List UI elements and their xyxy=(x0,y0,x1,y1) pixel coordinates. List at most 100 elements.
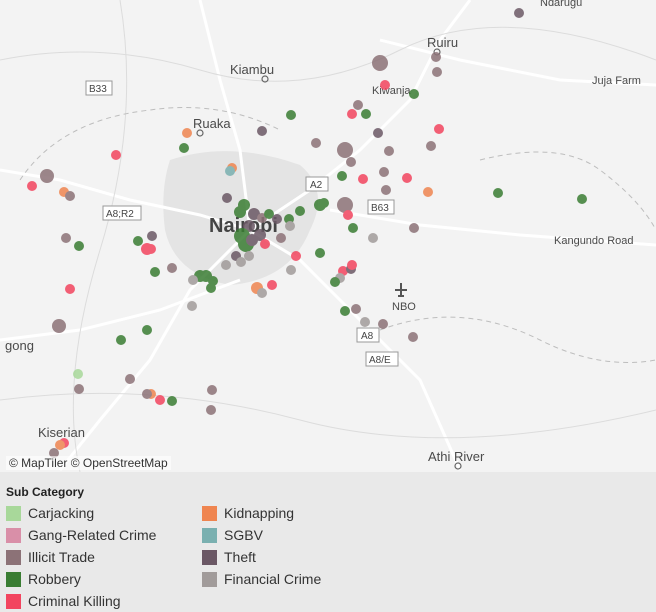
incident-point-criminal-killing[interactable] xyxy=(155,395,165,405)
incident-point-illicit-trade[interactable] xyxy=(337,197,353,213)
incident-point-illicit-trade[interactable] xyxy=(207,385,217,395)
incident-point-criminal-killing[interactable] xyxy=(260,239,270,249)
incident-point-illicit-trade[interactable] xyxy=(384,146,394,156)
incident-point-illicit-trade[interactable] xyxy=(142,389,152,399)
incident-point-financial-crime[interactable] xyxy=(221,260,231,270)
incident-point-theft[interactable] xyxy=(147,231,157,241)
incident-point-criminal-killing[interactable] xyxy=(380,80,390,90)
incident-point-illicit-trade[interactable] xyxy=(372,55,388,71)
incident-point-robbery[interactable] xyxy=(206,283,216,293)
incident-point-illicit-trade[interactable] xyxy=(52,319,66,333)
road-shield: A8 xyxy=(356,327,380,343)
incident-point-illicit-trade[interactable] xyxy=(276,233,286,243)
incident-point-robbery[interactable] xyxy=(179,143,189,153)
legend-item-robbery[interactable]: Robbery xyxy=(6,568,156,590)
incident-point-criminal-killing[interactable] xyxy=(65,284,75,294)
incident-point-financial-crime[interactable] xyxy=(188,275,198,285)
incident-point-criminal-killing[interactable] xyxy=(267,280,277,290)
incident-point-financial-crime[interactable] xyxy=(286,265,296,275)
incident-point-robbery[interactable] xyxy=(409,89,419,99)
svg-text:B33: B33 xyxy=(89,84,107,95)
incident-point-illicit-trade[interactable] xyxy=(351,304,361,314)
legend-item-theft[interactable]: Theft xyxy=(202,546,321,568)
incident-point-robbery[interactable] xyxy=(286,110,296,120)
incident-point-illicit-trade[interactable] xyxy=(206,405,216,415)
incident-point-kidnapping[interactable] xyxy=(423,187,433,197)
incident-point-financial-crime[interactable] xyxy=(360,317,370,327)
incident-point-illicit-trade[interactable] xyxy=(353,100,363,110)
incident-point-robbery[interactable] xyxy=(340,306,350,316)
incident-point-sgbv[interactable] xyxy=(225,166,235,176)
incident-point-illicit-trade[interactable] xyxy=(381,185,391,195)
incident-point-criminal-killing[interactable] xyxy=(146,244,156,254)
incident-point-theft[interactable] xyxy=(257,126,267,136)
map-canvas[interactable]: Ndarugu Ruiru Kiambu Juja Farm Kiwanja R… xyxy=(0,0,656,472)
incident-point-illicit-trade[interactable] xyxy=(431,52,441,62)
incident-point-robbery[interactable] xyxy=(348,223,358,233)
incident-point-illicit-trade[interactable] xyxy=(167,263,177,273)
incident-point-theft[interactable] xyxy=(514,8,524,18)
incident-point-illicit-trade[interactable] xyxy=(65,191,75,201)
incident-point-kidnapping[interactable] xyxy=(55,440,65,450)
incident-point-financial-crime[interactable] xyxy=(285,221,295,231)
incident-point-criminal-killing[interactable] xyxy=(358,174,368,184)
incident-point-robbery[interactable] xyxy=(74,241,84,251)
legend-item-kidnapping[interactable]: Kidnapping xyxy=(202,502,321,524)
incident-point-robbery[interactable] xyxy=(337,171,347,181)
incident-point-illicit-trade[interactable] xyxy=(432,67,442,77)
incident-point-theft[interactable] xyxy=(222,193,232,203)
legend-item-carjacking[interactable]: Carjacking xyxy=(6,502,156,524)
incident-point-illicit-trade[interactable] xyxy=(61,233,71,243)
legend-label: Financial Crime xyxy=(224,571,322,587)
map-attribution[interactable]: © MapTiler © OpenStreetMap xyxy=(6,456,171,470)
legend-swatch xyxy=(202,549,217,565)
incident-point-kidnapping[interactable] xyxy=(182,128,192,138)
incident-point-robbery[interactable] xyxy=(315,248,325,258)
legend-item-sgbv[interactable]: SGBV xyxy=(202,524,321,546)
incident-point-criminal-killing[interactable] xyxy=(27,181,37,191)
legend-item-gang-related-crime[interactable]: Gang-Related Crime xyxy=(6,524,156,546)
incident-point-illicit-trade[interactable] xyxy=(40,169,54,183)
incident-point-robbery[interactable] xyxy=(577,194,587,204)
incident-point-robbery[interactable] xyxy=(150,267,160,277)
incident-point-criminal-killing[interactable] xyxy=(402,173,412,183)
legend-item-financial-crime[interactable]: Financial Crime xyxy=(202,568,321,590)
incident-point-robbery[interactable] xyxy=(116,335,126,345)
incident-point-robbery[interactable] xyxy=(361,109,371,119)
incident-point-financial-crime[interactable] xyxy=(257,288,267,298)
road-shield: B33 xyxy=(85,80,113,96)
incident-point-robbery[interactable] xyxy=(142,325,152,335)
incident-point-robbery[interactable] xyxy=(133,236,143,246)
incident-point-robbery[interactable] xyxy=(167,396,177,406)
incident-point-illicit-trade[interactable] xyxy=(378,319,388,329)
incident-point-financial-crime[interactable] xyxy=(244,251,254,261)
incident-point-carjacking[interactable] xyxy=(73,369,83,379)
incident-point-robbery[interactable] xyxy=(493,188,503,198)
incident-point-theft[interactable] xyxy=(373,128,383,138)
incident-point-illicit-trade[interactable] xyxy=(426,141,436,151)
incident-point-illicit-trade[interactable] xyxy=(346,157,356,167)
legend-item-illicit-trade[interactable]: Illicit Trade xyxy=(6,546,156,568)
legend-item-criminal-killing[interactable]: Criminal Killing xyxy=(6,590,156,612)
incident-point-theft[interactable] xyxy=(272,214,282,224)
incident-point-financial-crime[interactable] xyxy=(236,257,246,267)
incident-point-financial-crime[interactable] xyxy=(187,301,197,311)
incident-point-robbery[interactable] xyxy=(330,277,340,287)
incident-point-illicit-trade[interactable] xyxy=(409,223,419,233)
incident-point-robbery[interactable] xyxy=(319,198,329,208)
incident-point-illicit-trade[interactable] xyxy=(379,167,389,177)
incident-point-robbery[interactable] xyxy=(295,206,305,216)
incident-point-illicit-trade[interactable] xyxy=(74,384,84,394)
incident-point-illicit-trade[interactable] xyxy=(311,138,321,148)
incident-point-criminal-killing[interactable] xyxy=(343,210,353,220)
incident-point-criminal-killing[interactable] xyxy=(347,260,357,270)
incident-point-criminal-killing[interactable] xyxy=(347,109,357,119)
incident-point-criminal-killing[interactable] xyxy=(111,150,121,160)
incident-point-criminal-killing[interactable] xyxy=(434,124,444,134)
incident-point-illicit-trade[interactable] xyxy=(408,332,418,342)
incident-point-robbery[interactable] xyxy=(234,206,246,218)
incident-point-financial-crime[interactable] xyxy=(368,233,378,243)
incident-point-illicit-trade[interactable] xyxy=(125,374,135,384)
incident-point-illicit-trade[interactable] xyxy=(337,142,353,158)
incident-point-criminal-killing[interactable] xyxy=(291,251,301,261)
